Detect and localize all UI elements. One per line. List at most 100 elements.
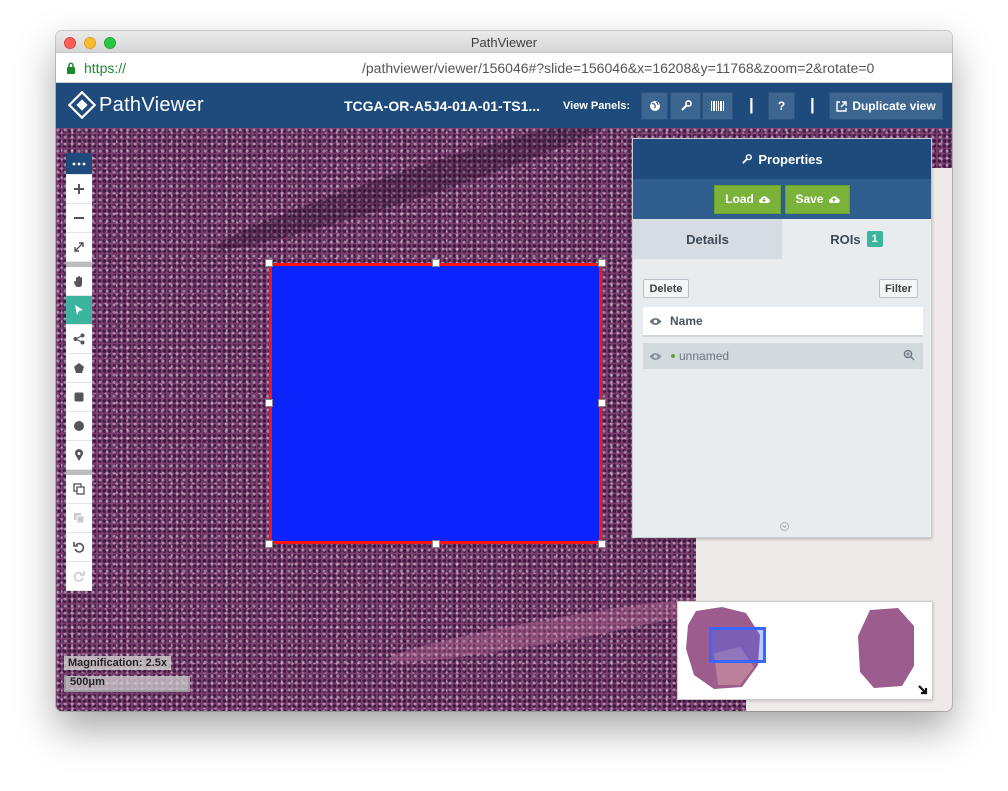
column-name-header[interactable]: Name (670, 314, 703, 328)
slide-minimap[interactable] (677, 601, 933, 700)
properties-title: Properties (758, 151, 823, 167)
tab-details[interactable]: Details (633, 219, 782, 259)
duplicate-view-button[interactable]: Duplicate view (829, 92, 943, 120)
expand-minimap-icon[interactable] (916, 683, 930, 697)
external-link-icon (836, 100, 848, 112)
wrench-icon (742, 153, 753, 164)
roi-list-row[interactable]: unnamed (643, 343, 923, 369)
circle-tool-button[interactable] (66, 412, 92, 441)
tab-details-label: Details (686, 231, 729, 247)
help-label: ? (777, 99, 786, 113)
delete-button[interactable]: Delete (643, 279, 689, 298)
collapse-panel-icon[interactable] (780, 522, 789, 531)
roi-count-badge: 1 (866, 231, 883, 247)
wrench-panel-button[interactable] (670, 92, 701, 120)
filter-button[interactable]: Filter (879, 279, 918, 298)
resize-handle[interactable] (598, 399, 606, 407)
zoom-to-roi-icon[interactable] (903, 349, 915, 361)
tab-rois-label: ROIs (830, 231, 861, 247)
slide-name: TCGA-OR-A5J4-01A-01-TS1... (344, 98, 541, 114)
load-label: Load (725, 192, 754, 206)
polygon-icon (74, 363, 84, 373)
load-button[interactable]: Load (714, 184, 781, 214)
browser-window: PathViewer https:// /pathviewer/viewer/1… (56, 31, 952, 711)
scale-bar: 500μm (64, 676, 190, 692)
zoom-out-icon (74, 217, 84, 219)
tab-rois[interactable]: ROIs 1 (782, 219, 931, 259)
delete-label: Delete (649, 282, 683, 295)
more-icon (72, 162, 86, 165)
copy-button[interactable] (66, 475, 92, 504)
resize-handle[interactable] (598, 540, 606, 548)
resize-handle[interactable] (265, 399, 273, 407)
globe-panel-button[interactable] (641, 92, 668, 120)
polygon-tool-button[interactable] (66, 354, 92, 383)
copy-icon (73, 483, 85, 495)
app-header: PathViewer TCGA-OR-A5J4-01A-01-TS1... Vi… (56, 83, 952, 128)
tissue-fiber (211, 128, 621, 263)
resize-handle[interactable] (598, 259, 606, 267)
save-label: Save (795, 192, 824, 206)
filter-label: Filter (885, 282, 912, 295)
fit-icon (74, 242, 84, 252)
select-arrow-icon (75, 305, 83, 315)
barcode-panel-button[interactable] (702, 92, 733, 120)
globe-icon (649, 101, 660, 111)
slide-viewer[interactable]: Properties Load Save Details ROIs 1 Dele… (56, 128, 952, 711)
minimap-viewport[interactable] (709, 627, 766, 663)
fit-view-button[interactable] (66, 233, 92, 262)
slide-background (696, 528, 952, 608)
roi-rectangle[interactable] (265, 259, 606, 548)
eye-icon[interactable] (649, 352, 662, 361)
app-logo-text: PathViewer (99, 94, 204, 116)
zoom-in-button[interactable] (66, 175, 92, 204)
barcode-icon (710, 101, 724, 111)
help-button[interactable]: ? (768, 92, 795, 120)
url-scheme: https:// (84, 60, 127, 76)
eye-icon (649, 317, 662, 325)
minimap-tissue-right (858, 608, 914, 688)
header-separator: | (749, 95, 754, 114)
circle-icon (74, 421, 84, 431)
wrench-icon (680, 100, 692, 111)
resize-handle[interactable] (432, 540, 440, 548)
marker-tool-button[interactable] (66, 441, 92, 470)
url-path: /pathviewer/viewer/156046#?slide=156046&… (362, 60, 875, 76)
annotation-toolbar (66, 153, 92, 591)
window-title: PathViewer (470, 35, 538, 50)
lock-icon (67, 62, 75, 74)
save-button[interactable]: Save (785, 184, 850, 214)
zoom-in-icon (74, 184, 84, 194)
header-separator: | (810, 95, 815, 114)
zoom-out-button[interactable] (66, 204, 92, 233)
properties-actions: Load Save (633, 179, 931, 219)
paste-button[interactable] (66, 504, 92, 533)
view-panels-label: View Panels: (563, 100, 631, 112)
title-bar: PathViewer (56, 31, 952, 53)
address-bar[interactable]: https:// /pathviewer/viewer/156046#?slid… (56, 53, 952, 83)
redo-button[interactable] (66, 562, 92, 591)
resize-handle[interactable] (265, 540, 273, 548)
roi-color-dot (671, 354, 675, 358)
undo-icon (73, 542, 85, 553)
resize-handle[interactable] (432, 259, 440, 267)
share-tool-button[interactable] (66, 325, 92, 354)
properties-header: Properties (633, 139, 931, 179)
rectangle-tool-button[interactable] (66, 383, 92, 412)
undo-button[interactable] (66, 533, 92, 562)
pan-icon (74, 275, 82, 287)
pathviewer-logo-icon (68, 91, 96, 119)
duplicate-view-label: Duplicate view (852, 99, 936, 113)
pan-tool-button[interactable] (66, 267, 92, 296)
resize-handle[interactable] (265, 259, 273, 267)
tissue-fiber (386, 588, 726, 672)
marker-icon (75, 448, 83, 461)
redo-icon (73, 571, 85, 582)
magnification-label: Magnification: 2.5x (64, 656, 172, 670)
share-node-icon (73, 333, 85, 345)
more-tools-button[interactable] (66, 153, 92, 175)
properties-tabs: Details ROIs 1 (633, 219, 931, 259)
properties-panel: Properties Load Save Details ROIs 1 Dele… (632, 138, 932, 538)
select-tool-button[interactable] (66, 296, 92, 325)
paste-icon (74, 513, 85, 524)
